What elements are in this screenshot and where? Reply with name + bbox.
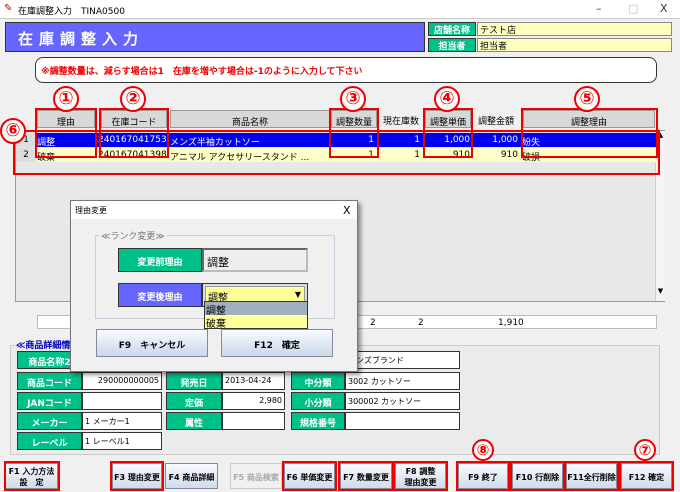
col-adjust-amount: 調整金額 <box>477 117 514 127</box>
cancel-button[interactable]: F9 キャンセル <box>96 329 208 357</box>
list-price-value: 2,980 <box>222 392 285 410</box>
dialog-close-button[interactable]: X <box>343 204 351 217</box>
code-value: 290000000005 <box>82 372 162 390</box>
annotation-1: ① <box>53 86 79 112</box>
attribute-value <box>222 412 285 430</box>
col-current-stock: 現在庫数 <box>382 117 419 127</box>
spec-value <box>345 412 460 430</box>
annotation-box <box>4 461 60 491</box>
annotation-box <box>13 130 660 175</box>
annotation-box <box>338 461 394 491</box>
reason-dropdown-list: 調整 破棄 <box>204 301 308 330</box>
minimize-button[interactable]: – <box>596 2 602 15</box>
store-value: テスト店 <box>477 22 672 36</box>
staff-value: 担当者 <box>477 38 672 52</box>
annotation-2: ② <box>120 86 146 112</box>
annotation-4: ④ <box>434 86 460 112</box>
col-product-name: 商品名称 <box>170 110 330 128</box>
mid-category-value: 3002 カットソー <box>345 372 460 390</box>
code-label: 商品コード <box>17 372 82 390</box>
jan-label: JANコード <box>17 392 82 410</box>
list-price-label: 定価 <box>166 392 222 410</box>
option-discard[interactable]: 破棄 <box>205 315 307 330</box>
f4-product-detail-button[interactable]: F4 商品詳細 <box>165 463 218 489</box>
maximize-button[interactable]: □ <box>628 2 638 15</box>
chevron-down-icon: ▼ <box>294 290 301 299</box>
annotation-box <box>282 461 337 491</box>
confirm-button[interactable]: F12 確定 <box>221 329 333 357</box>
maker-value: 1 メーカー1 <box>82 412 162 430</box>
f5-product-search-button[interactable]: F5 商品検索 <box>230 463 282 489</box>
notice-text: ※調整数量は、減らす場合は1 在庫を増やす場合は-1のように入力して下さい <box>35 57 657 83</box>
page-title: 在庫調整入力 <box>5 22 425 52</box>
app-icon: ✎ <box>4 3 13 14</box>
annotation-6: ⑥ <box>0 118 26 144</box>
before-reason-value: 調整 <box>202 248 308 272</box>
dialog-title: 理由変更 <box>71 201 357 219</box>
small-category-label: 小分類 <box>291 392 345 410</box>
annotation-box <box>393 461 448 491</box>
total-qty: 2 <box>370 318 376 328</box>
annotation-box <box>110 461 164 491</box>
label-label: レーベル <box>17 432 82 450</box>
small-category-value: 300002 カットソー <box>345 392 460 410</box>
annotation-box <box>564 461 619 491</box>
annotation-box <box>456 461 510 491</box>
release-value: 2013-04-24 <box>222 372 285 390</box>
group-title: ≪ランク変更≫ <box>99 229 167 242</box>
maker-label: メーカー <box>17 412 82 430</box>
close-button[interactable]: X <box>660 2 668 15</box>
mid-category-label: 中分類 <box>291 372 345 390</box>
annotation-box <box>619 461 674 491</box>
brand-value: メンズブランド <box>345 351 460 369</box>
window-title: 在庫調整入力 TINA0500 <box>18 7 125 17</box>
staff-label: 担当者 <box>428 38 476 52</box>
after-reason-label: 変更後理由 <box>118 283 202 307</box>
annotation-box <box>510 461 565 491</box>
release-label: 発売日 <box>166 372 222 390</box>
annotation-8: ⑧ <box>472 439 494 461</box>
label-value: 1 レーベル1 <box>82 432 162 450</box>
total-stock: 2 <box>418 318 424 328</box>
total-amount: 1,910 <box>498 318 524 328</box>
spec-label: 規格番号 <box>291 412 345 430</box>
before-reason-label: 変更前理由 <box>118 248 202 272</box>
annotation-3: ③ <box>340 86 366 112</box>
reason-change-dialog: 理由変更 X ≪ランク変更≫ 変更前理由 調整 変更後理由 調整 ▼ 調整 破棄 … <box>70 200 358 372</box>
annotation-7: ⑦ <box>634 439 656 461</box>
store-label: 店舗名称 <box>428 22 476 36</box>
annotation-5: ⑤ <box>574 86 600 112</box>
option-adjust[interactable]: 調整 <box>205 302 307 317</box>
title-bar: ✎ 在庫調整入力 TINA0500 – □ X <box>0 0 680 19</box>
attribute-label: 属性 <box>166 412 222 430</box>
jan-value <box>82 392 162 410</box>
